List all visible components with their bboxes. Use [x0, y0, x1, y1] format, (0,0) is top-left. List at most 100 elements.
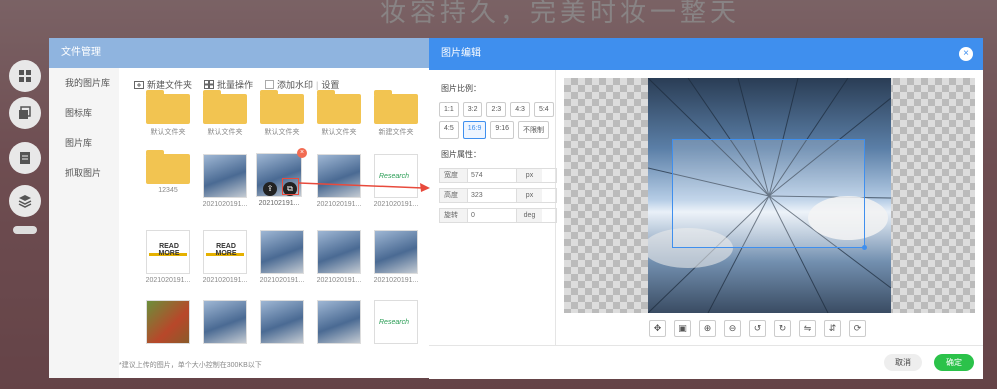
height-input[interactable]: 323 [467, 189, 517, 202]
image-tile[interactable]: 2021020191... [259, 230, 305, 284]
folder-tile[interactable]: 默认文件夹 [259, 90, 305, 137]
ratio-button[interactable]: 4:3 [510, 102, 530, 117]
folder-plus-icon [134, 81, 144, 89]
image-tile[interactable]: 2021020191... [373, 230, 419, 284]
sidebar-item-grab[interactable]: 抓取图片 [49, 158, 119, 188]
height-unit: px [517, 189, 542, 202]
folder-tile[interactable]: 默认文件夹 [202, 90, 248, 137]
ratio-button[interactable]: 不限制 [517, 121, 549, 139]
tile-label: 2021020191... [202, 277, 248, 284]
image-editor-dialog: 图片编辑 × 图片比例： 1:1 3:2 2:3 4:3 5:4 4:5 16:9 9:16 不… [429, 38, 983, 379]
folder-tile[interactable]: 新建文件夹 [373, 90, 419, 137]
sidebar-item-label: 抓取图片 [65, 168, 102, 178]
folder-icon [146, 90, 190, 124]
folder-icon [203, 90, 247, 124]
editor-settings-panel: 图片比例： 1:1 3:2 2:3 4:3 5:4 4:5 16:9 9:16 不限制 图片属性… [439, 83, 557, 228]
document-icon[interactable] [9, 142, 41, 174]
flip-vertical-icon[interactable]: ⇵ [824, 320, 841, 337]
height-label: 高度 [440, 189, 467, 202]
attr-label: 图片属性： [441, 150, 481, 159]
tile-label: 202102191... [258, 200, 300, 207]
tile-label: 2021020191... [145, 277, 191, 284]
folder-icon [146, 150, 190, 184]
thumbnail [203, 230, 247, 274]
rotate-input[interactable]: 0 [467, 209, 517, 222]
image-tile[interactable]: 2021020191... [202, 230, 248, 284]
stack-icon[interactable] [9, 185, 41, 217]
sidebar-item-icons[interactable]: 图标库 [49, 98, 119, 128]
image-tile[interactable]: 2021020191... [145, 230, 191, 284]
ratio-button[interactable]: 2:3 [486, 102, 507, 117]
watermark-label: 添加水印 [277, 80, 314, 90]
file-manager-title: 文件管理 [49, 38, 444, 68]
rotate-label: 旋转 [440, 209, 467, 222]
reset-icon[interactable]: ⟳ [849, 320, 866, 337]
zoom-in-icon[interactable]: ⊕ [699, 320, 716, 337]
folder-tile[interactable]: 12345 [145, 150, 191, 194]
upload-icon[interactable]: ⇪ [263, 182, 277, 196]
thumbnail [374, 300, 418, 344]
rotate-left-icon[interactable]: ↺ [749, 320, 766, 337]
new-folder-button[interactable]: 新建文件夹 [134, 78, 192, 91]
width-field: 宽度 574 px [439, 168, 557, 183]
tile-label: 2021020191... [202, 201, 248, 208]
tile-label: 2021020191... [316, 277, 362, 284]
editor-title: 图片编辑 [429, 38, 983, 70]
delete-icon[interactable]: × [297, 148, 307, 158]
ratio-button[interactable]: 16:9 [462, 121, 487, 139]
width-input[interactable]: 574 [467, 169, 517, 182]
file-manager-toolbar: 新建文件夹 批量操作 添加水印 | 设置 [134, 78, 339, 91]
zoom-out-icon[interactable]: ⊖ [724, 320, 741, 337]
height-field: 高度 323 px [439, 188, 557, 203]
tile-label: 默认文件夹 [264, 129, 300, 136]
sidebar-item-label: 图标库 [65, 108, 93, 118]
folder-icon [317, 90, 361, 124]
folder-icon [260, 90, 304, 124]
thumbnail [317, 300, 361, 344]
tile-label: 2021020191... [373, 201, 419, 208]
rotate-right-icon[interactable]: ↻ [774, 320, 791, 337]
folder-tile[interactable]: 默认文件夹 [145, 90, 191, 137]
image-tile[interactable] [316, 300, 362, 347]
flip-horizontal-icon[interactable]: ⇋ [799, 320, 816, 337]
tile-label: 默认文件夹 [321, 129, 357, 136]
batch-label: 批量操作 [217, 80, 254, 90]
image-tile[interactable]: 2021020191... [202, 154, 248, 208]
rotate-field: 旋转 0 deg [439, 208, 557, 223]
ratio-button[interactable]: 9:16 [490, 121, 514, 139]
image-tile[interactable] [145, 300, 191, 347]
file-manager-sidebar: 我的图片库 图标库 图片库 抓取图片 [49, 68, 119, 378]
crop-icon[interactable]: ▣ [674, 320, 691, 337]
thumbnail [317, 230, 361, 274]
ratio-button[interactable]: 3:2 [462, 102, 483, 117]
thumbnail [146, 230, 190, 274]
image-tile[interactable]: 2021020191... [316, 230, 362, 284]
ratio-options: 1:1 3:2 2:3 4:3 5:4 4:5 16:9 9:16 不限制 [439, 102, 554, 139]
ratio-button[interactable]: 4:5 [439, 121, 459, 139]
thumbnail [374, 230, 418, 274]
ratio-button[interactable]: 5:4 [533, 102, 554, 117]
sidebar-item-my-images[interactable]: 我的图片库 [49, 68, 119, 98]
tile-label: 默认文件夹 [207, 129, 243, 136]
sidebar-item-label: 图片库 [65, 138, 93, 148]
side-toggle[interactable] [13, 226, 37, 234]
image-tile[interactable] [202, 300, 248, 347]
tile-label: 2021020191... [259, 277, 305, 284]
image-tile[interactable] [259, 300, 305, 347]
sidebar-item-gallery[interactable]: 图片库 [49, 128, 119, 158]
upload-hint: *建议上传的图片，单个大小控制在300KB以下 [119, 362, 262, 369]
cancel-button[interactable]: 取消 [884, 354, 922, 371]
close-icon[interactable]: × [959, 47, 973, 61]
ok-button[interactable]: 确定 [934, 354, 974, 371]
checkbox[interactable] [265, 80, 275, 89]
folder-tile[interactable]: 默认文件夹 [316, 90, 362, 137]
grid-icon[interactable] [9, 60, 41, 92]
crop-box[interactable] [672, 139, 867, 250]
crop-canvas[interactable] [564, 78, 975, 313]
move-icon[interactable]: ✥ [649, 320, 666, 337]
ratio-button[interactable]: 1:1 [439, 102, 459, 117]
thumbnail [203, 300, 247, 344]
layers-icon[interactable] [9, 97, 41, 129]
image-tile[interactable] [373, 300, 419, 347]
resize-handle[interactable] [862, 245, 867, 250]
